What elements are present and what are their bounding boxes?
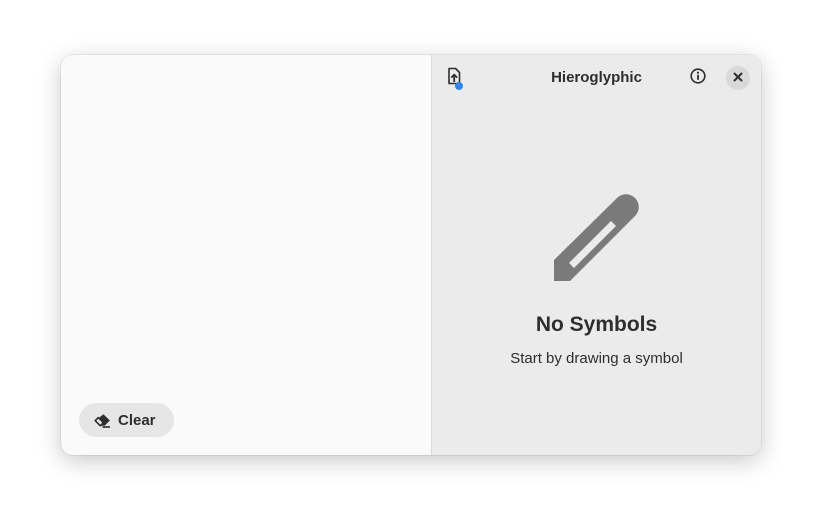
- close-button[interactable]: [726, 66, 750, 90]
- symbols-pane: Hieroglyphic No Symbols Start by drawing…: [432, 55, 761, 455]
- empty-state-subtitle: Start by drawing a symbol: [510, 350, 683, 367]
- clear-button[interactable]: Clear: [79, 403, 174, 437]
- pencil-icon: [432, 193, 761, 283]
- info-icon: [690, 67, 706, 89]
- app-window: Clear Hieroglyphic No Symbols Start by d…: [61, 55, 761, 455]
- window-title: Hieroglyphic: [551, 69, 642, 86]
- close-icon: [733, 69, 743, 87]
- eraser-icon: [94, 413, 111, 428]
- clear-button-label: Clear: [118, 411, 156, 429]
- empty-state-title: No Symbols: [535, 313, 658, 336]
- about-button[interactable]: [686, 66, 710, 90]
- header-bar: Hieroglyphic: [432, 55, 761, 101]
- empty-state: No Symbols Start by drawing a symbol: [432, 193, 761, 367]
- drawing-canvas[interactable]: Clear: [61, 55, 432, 455]
